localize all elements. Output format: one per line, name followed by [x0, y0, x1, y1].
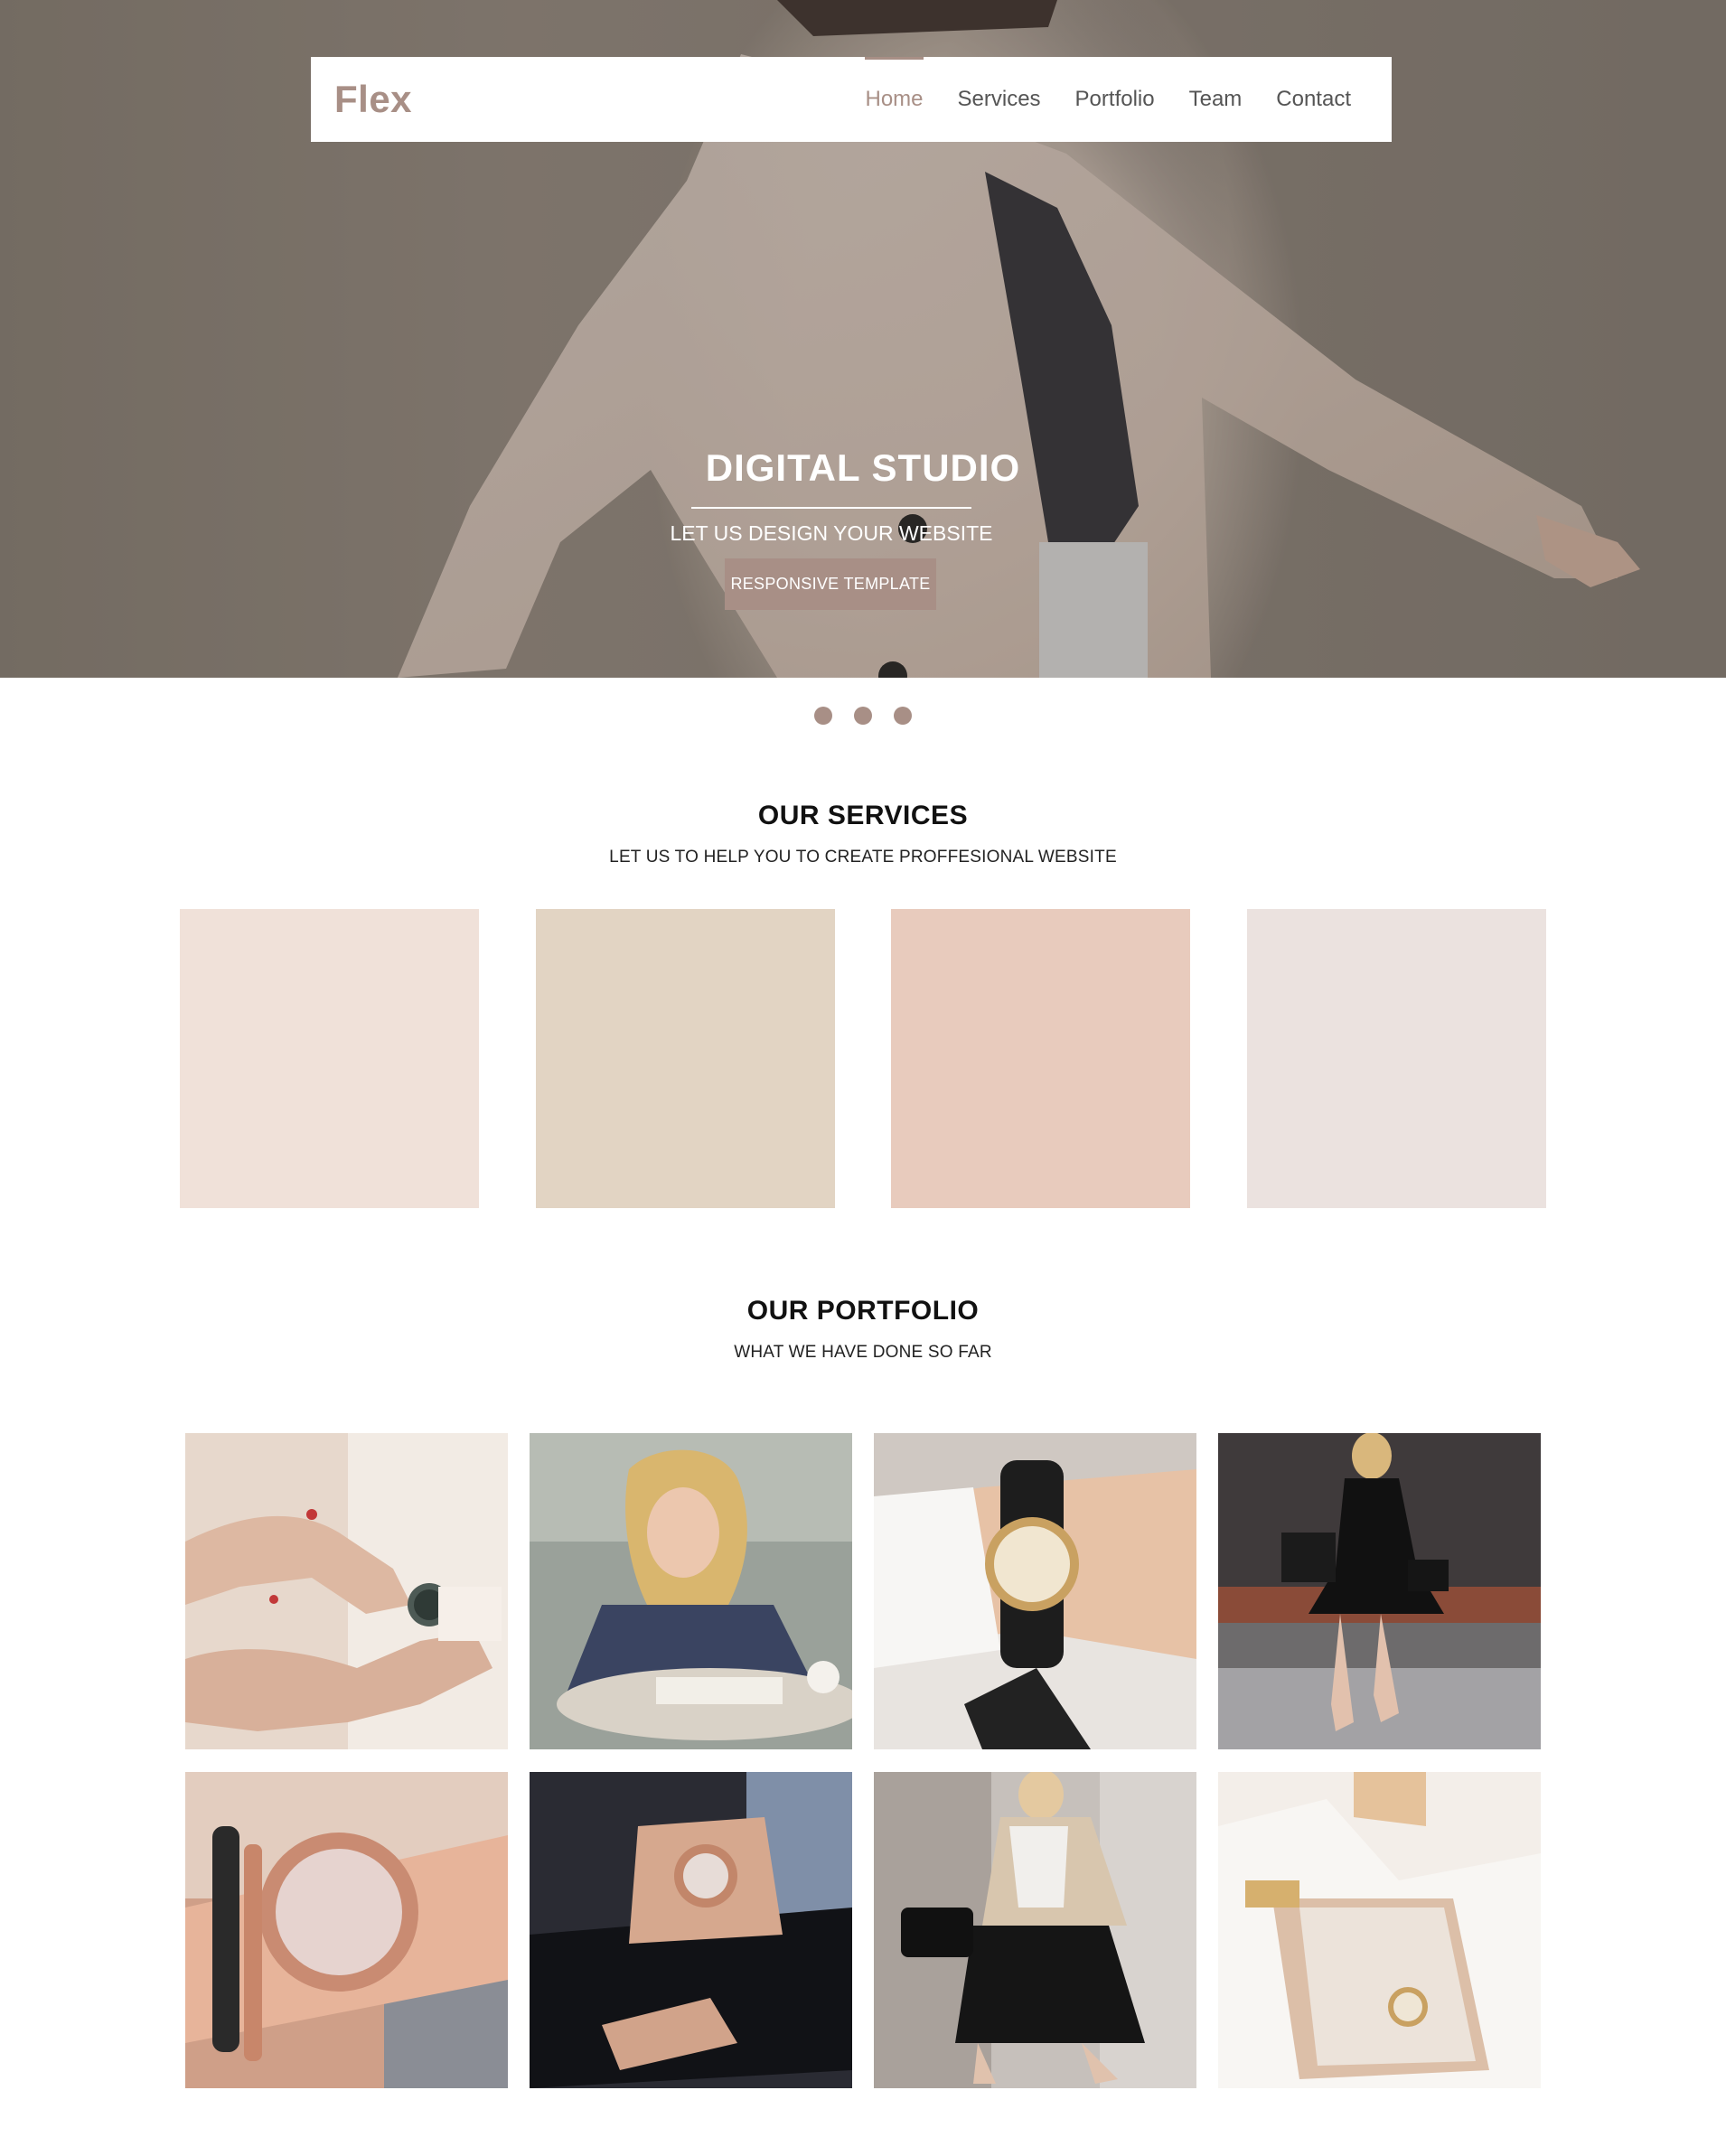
hero-subtitle: LET US DESIGN YOUR WEBSITE [670, 521, 993, 545]
slider-dots [0, 707, 1726, 725]
services-subtitle: LET US TO HELP YOU TO CREATE PROFFESIONA… [609, 848, 1117, 867]
nav-item-team[interactable]: Team [1172, 57, 1260, 142]
portfolio-subtitle: WHAT WE HAVE DONE SO FAR [734, 1343, 992, 1362]
hero-title: DIGITAL STUDIO [705, 446, 1021, 489]
hero-section: Flex Home Services Portfolio Team Contac… [0, 0, 1726, 678]
service-card-1[interactable] [180, 909, 479, 1208]
services-title: OUR SERVICES [757, 801, 969, 830]
navbar: Flex Home Services Portfolio Team Contac… [311, 57, 1392, 142]
portfolio-image-black-dress[interactable] [1218, 1433, 1541, 1749]
portfolio-image-hands-watch[interactable] [185, 1433, 508, 1749]
portfolio-image-notebook-watch[interactable] [1218, 1772, 1541, 2088]
service-card-3[interactable] [891, 909, 1190, 1208]
service-card-2[interactable] [536, 909, 835, 1208]
nav-item-contact[interactable]: Contact [1259, 57, 1368, 142]
slider-dot-2[interactable] [854, 707, 872, 725]
nav-item-portfolio[interactable]: Portfolio [1058, 57, 1172, 142]
slider-dot-1[interactable] [814, 707, 832, 725]
portfolio-image-gold-watch[interactable] [874, 1433, 1196, 1749]
hero-divider [691, 507, 971, 509]
main-nav: Home Services Portfolio Team Contact [848, 57, 1368, 142]
portfolio-image-walking-coat[interactable] [874, 1772, 1196, 2088]
portfolio-image-woman-writing[interactable] [530, 1433, 852, 1749]
brand-logo[interactable]: Flex [334, 78, 412, 121]
nav-item-services[interactable]: Services [941, 57, 1058, 142]
service-card-4[interactable] [1247, 909, 1546, 1208]
nav-item-home[interactable]: Home [848, 57, 940, 142]
portfolio-title: OUR PORTFOLIO [746, 1296, 980, 1326]
responsive-template-button[interactable]: RESPONSIVE TEMPLATE [725, 558, 936, 610]
portfolio-image-rose-watch[interactable] [185, 1772, 508, 2088]
slider-dot-3[interactable] [894, 707, 912, 725]
portfolio-image-clutch-bag[interactable] [530, 1772, 852, 2088]
